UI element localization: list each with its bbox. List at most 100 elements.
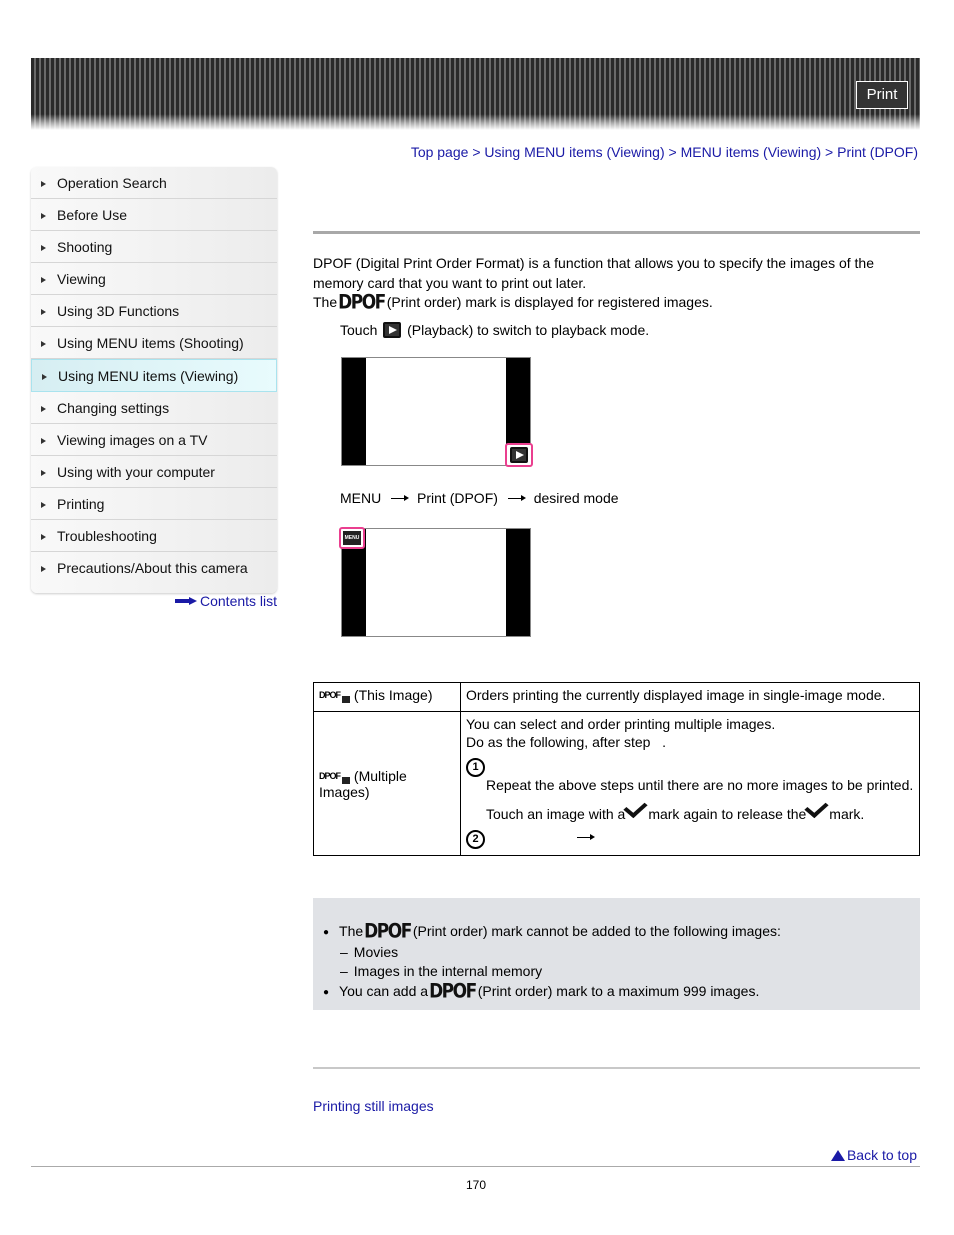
contents-list-link[interactable]: Contents list — [175, 593, 277, 609]
sidebar-item-label: Changing settings — [57, 399, 170, 416]
breadcrumb-using-menu-viewing[interactable]: Using MENU items (Viewing) — [484, 144, 664, 160]
triangle-right-icon — [41, 566, 46, 572]
print-button[interactable]: Print — [856, 81, 908, 109]
note-sub-item: Movies — [323, 943, 920, 963]
text: (Print order) mark to a maximum 999 imag… — [477, 982, 760, 999]
sidebar-item-label: Viewing — [57, 270, 106, 287]
sidebar-item-3d-functions[interactable]: Using 3D Functions — [31, 295, 277, 327]
intro-text: DPOF (Digital Print Order Format) is a f… — [313, 254, 913, 314]
breadcrumb-top-page[interactable]: Top page — [411, 144, 469, 160]
dpof-mark-icon: DPOF — [429, 979, 477, 1003]
table-row: DPOF (Multiple Images) You can select an… — [313, 711, 920, 856]
step-1-text: Touch — [340, 322, 378, 338]
note-item: You can add aDPOF(Print order) mark to a… — [323, 979, 920, 1003]
mode-description: Orders printing the currently displayed … — [466, 687, 886, 703]
camera-screen-menu: MENU — [339, 527, 531, 637]
sidebar-item-label: Using 3D Functions — [57, 302, 180, 319]
mode-description: Do as the following, after step . — [466, 733, 666, 750]
circled-number-1-icon: 1 — [466, 758, 485, 777]
breadcrumb-separator: > — [825, 144, 834, 160]
step-2-desired-mode: desired mode — [533, 490, 619, 506]
mode-table: DPOF (This Image) Orders printing the cu… — [313, 682, 920, 856]
menu-button-highlight[interactable]: MENU — [339, 527, 365, 549]
dpof-this-image-icon: DPOF — [319, 690, 351, 703]
desc-cell: You can select and order printing multip… — [460, 711, 920, 856]
arrow-right-icon — [507, 495, 526, 501]
sidebar-item-label: Viewing images on a TV — [57, 431, 208, 448]
triangle-right-icon — [41, 502, 46, 508]
step-1-text: (Playback) to switch to playback mode. — [407, 322, 650, 338]
sidebar-item-label: Troubleshooting — [57, 527, 157, 544]
related-link-printing-still-images[interactable]: Printing still images — [313, 1098, 434, 1114]
triangle-right-icon — [41, 341, 46, 347]
triangle-right-icon — [41, 438, 46, 444]
back-to-top-label: Back to top — [846, 1147, 917, 1163]
sidebar-item-printing[interactable]: Printing — [31, 488, 277, 520]
sidebar-item-label: Before Use — [57, 206, 128, 223]
breadcrumb-current-page[interactable]: Print (DPOF) — [837, 144, 918, 160]
sidebar-item-changing-settings[interactable]: Changing settings — [31, 392, 277, 424]
title-divider — [313, 231, 920, 234]
mode-cell: DPOF (This Image) — [313, 682, 461, 712]
checkmark-icon — [623, 796, 648, 818]
triangle-right-icon — [41, 277, 46, 283]
sidebar-item-viewing[interactable]: Viewing — [31, 263, 277, 295]
text: (Print order) mark cannot be added to th… — [412, 923, 781, 939]
sidebar-item-viewing-tv[interactable]: Viewing images on a TV — [31, 424, 277, 456]
mode-cell: DPOF (Multiple Images) — [313, 711, 461, 856]
dpof-mark-icon: DPOF — [338, 291, 386, 315]
related-divider — [313, 1067, 920, 1069]
dpof-multiple-images-icon: DPOF — [319, 771, 351, 784]
sidebar-item-label: Using with your computer — [57, 463, 215, 480]
sidebar-item-label: Shooting — [57, 238, 113, 255]
breadcrumb-separator: > — [472, 144, 481, 160]
arrow-right-icon — [576, 834, 595, 840]
table-row: DPOF (This Image) Orders printing the cu… — [313, 682, 920, 712]
sidebar-item-operation-search[interactable]: Operation Search — [31, 167, 277, 199]
page-number: 170 — [466, 1178, 487, 1192]
sidebar-item-menu-viewing[interactable]: Using MENU items (Viewing) — [31, 359, 277, 392]
triangle-right-icon — [41, 406, 46, 412]
screen-bar — [342, 358, 366, 465]
footer-divider — [31, 1166, 920, 1167]
menu-icon: MENU — [343, 531, 361, 545]
note-item: TheDPOF(Print order) mark cannot be adde… — [323, 920, 920, 944]
breadcrumb-separator: > — [668, 144, 677, 160]
dpof-mark-icon: DPOF — [364, 920, 412, 944]
note-sub-item: Images in the internal memory — [323, 962, 920, 982]
sidebar-bottom — [31, 583, 277, 593]
circled-number-2-icon: 2 — [466, 830, 485, 849]
step-2-menu: MENU — [340, 490, 382, 506]
text: The — [339, 923, 364, 939]
substep-1: 1 — [466, 757, 914, 777]
triangle-right-icon — [41, 309, 46, 315]
back-to-top-link[interactable]: Back to top — [830, 1147, 917, 1163]
sidebar-item-precautions[interactable]: Precautions/About this camera — [31, 552, 277, 583]
playback-icon — [510, 447, 528, 463]
playback-button-highlight[interactable] — [505, 443, 533, 467]
breadcrumb: Top page > Using MENU items (Viewing) > … — [411, 144, 918, 160]
triangle-right-icon — [41, 181, 46, 187]
substep-1-check-text: Touch an image with a mark again to relea… — [466, 796, 914, 824]
desc-cell: Orders printing the currently displayed … — [460, 682, 920, 712]
sidebar-item-troubleshooting[interactable]: Troubleshooting — [31, 520, 277, 552]
intro-dpof-line: TheDPOF (Print order) mark is displayed f… — [313, 291, 913, 315]
text: mark. — [829, 805, 865, 822]
sidebar-item-menu-shooting[interactable]: Using MENU items (Shooting) — [31, 327, 277, 359]
sidebar-item-label: Precautions/About this camera — [57, 559, 248, 576]
step-2-print-dpof: Print (DPOF) — [417, 490, 498, 506]
mode-description: You can select and order printing multip… — [466, 716, 776, 732]
breadcrumb-menu-items-viewing[interactable]: MENU items (Viewing) — [681, 144, 822, 160]
sidebar-item-before-use[interactable]: Before Use — [31, 199, 277, 231]
triangle-right-icon — [41, 470, 46, 476]
checkmark-icon — [804, 796, 829, 818]
header-banner: Print — [31, 58, 920, 130]
sidebar-item-shooting[interactable]: Shooting — [31, 231, 277, 263]
arrow-right-icon — [175, 597, 197, 605]
text: You can add a — [339, 982, 429, 999]
notes-box: TheDPOF(Print order) mark cannot be adde… — [313, 898, 920, 1010]
triangle-up-icon — [830, 1150, 845, 1161]
mode-label: (This Image) — [353, 687, 433, 703]
triangle-right-icon — [41, 245, 46, 251]
sidebar-item-computer[interactable]: Using with your computer — [31, 456, 277, 488]
